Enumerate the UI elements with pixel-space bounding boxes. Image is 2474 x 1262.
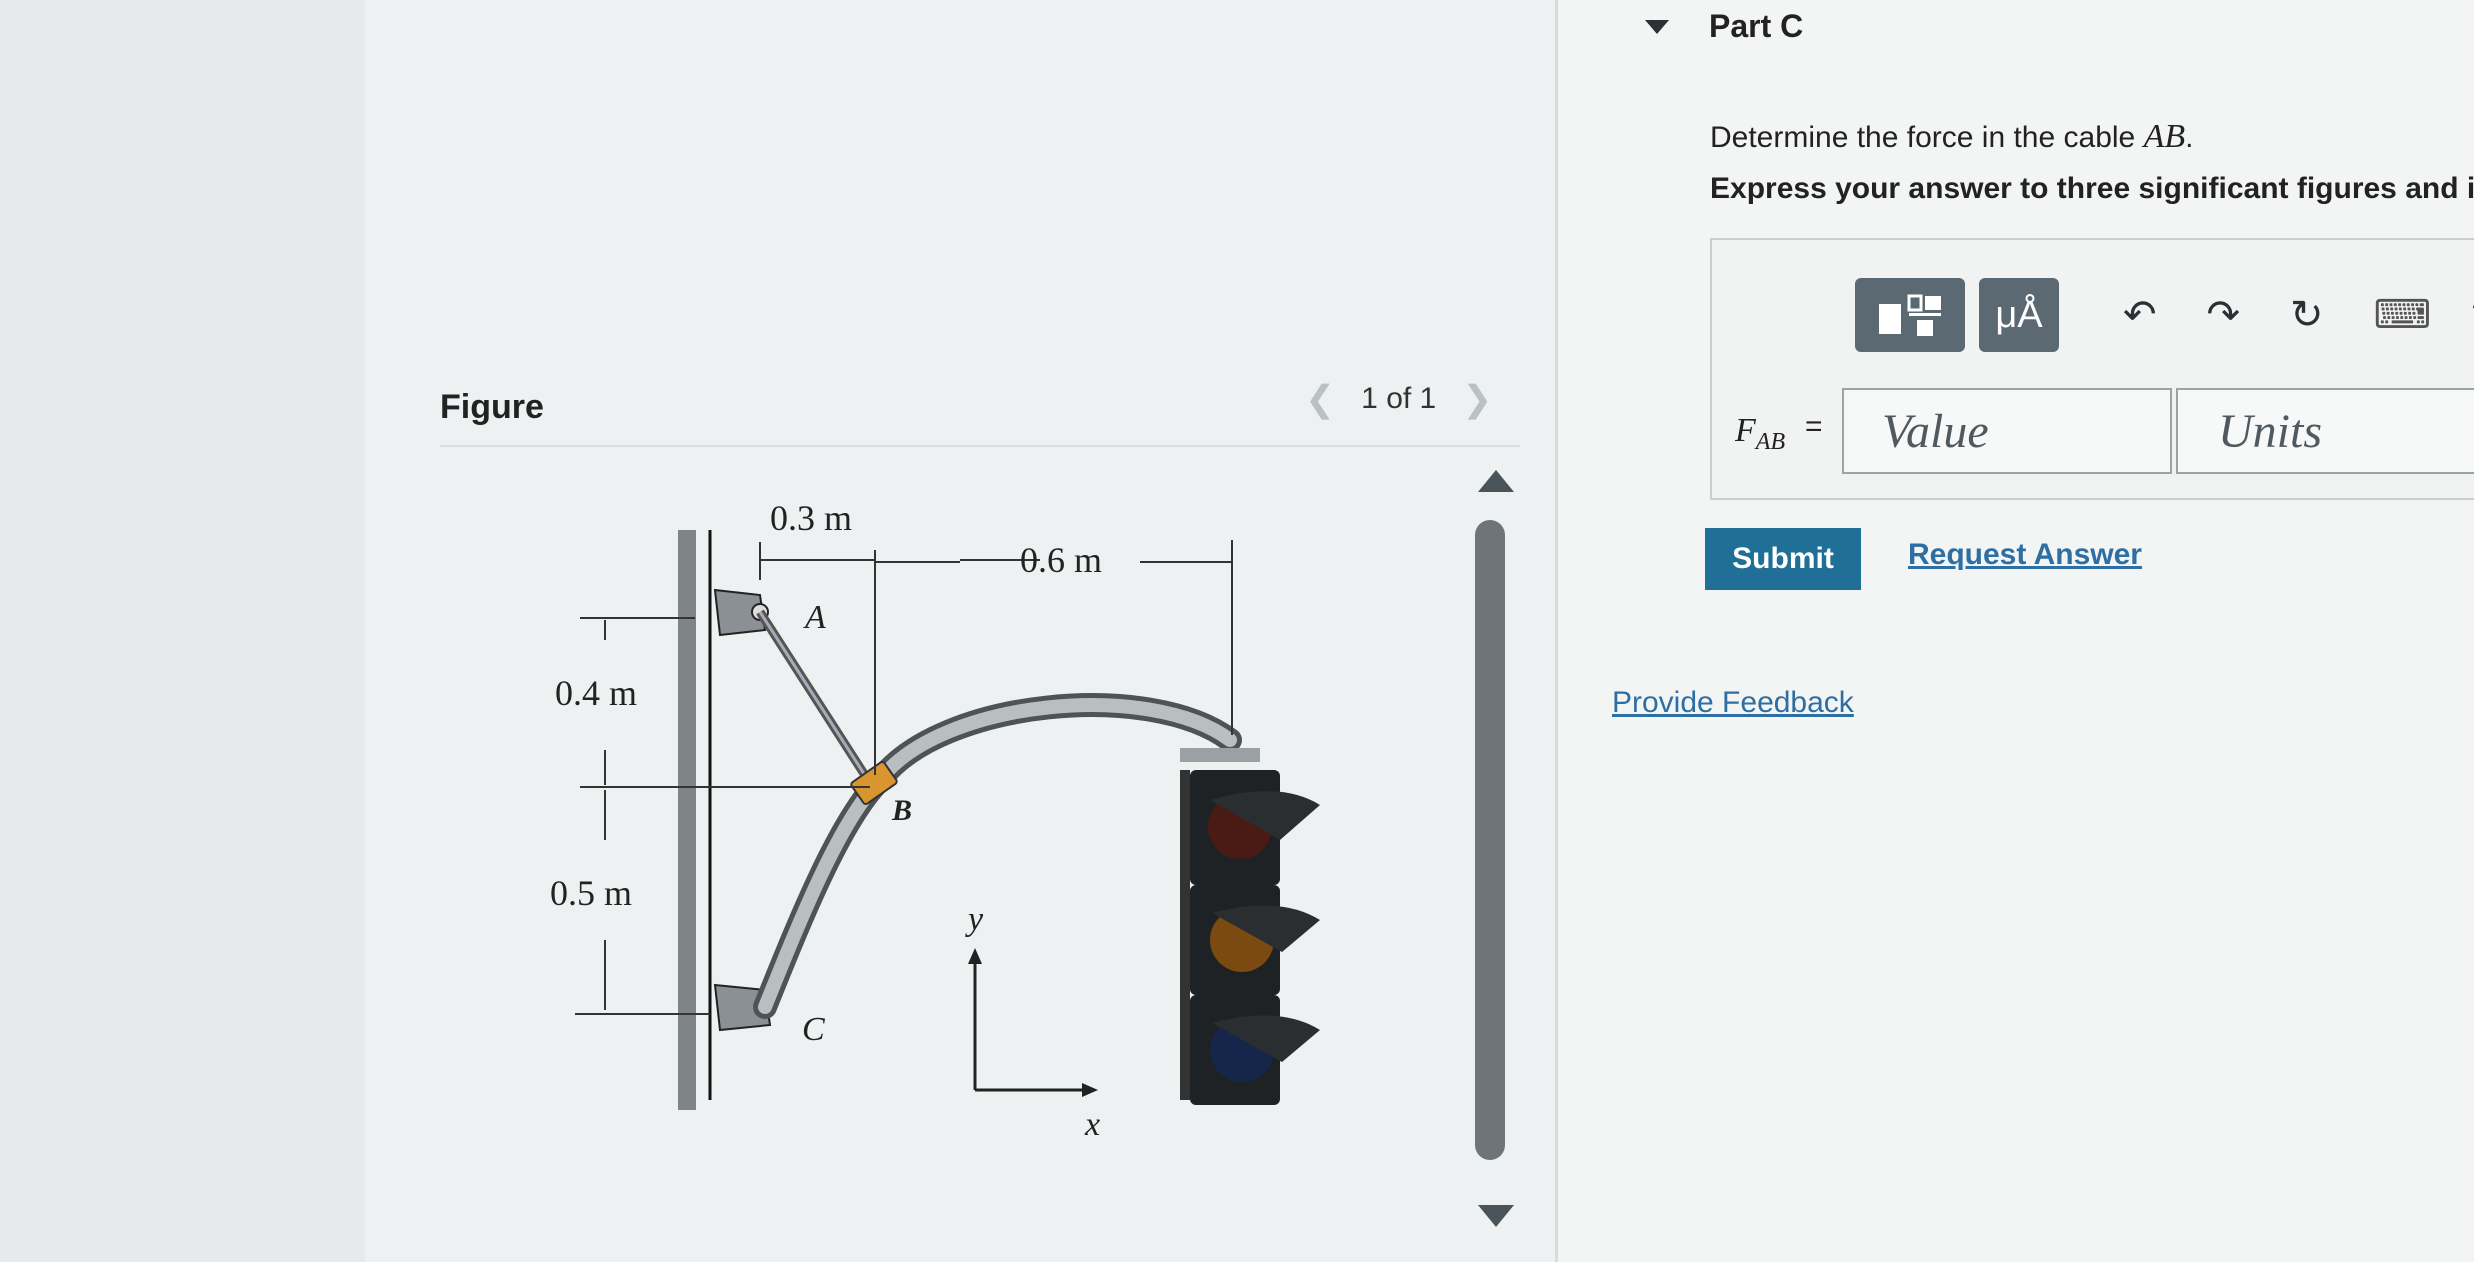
label-a: A xyxy=(803,599,826,636)
axis-x-arrow xyxy=(1082,1083,1098,1097)
var-main: F xyxy=(1735,412,1756,449)
reset-icon[interactable]: ↻ xyxy=(2290,292,2324,338)
redo-icon[interactable]: ↷ xyxy=(2207,292,2241,338)
cable-ab-highlight xyxy=(758,611,870,781)
units-button[interactable]: μÅ xyxy=(1979,278,2059,352)
instruction-text: Express your answer to three significant… xyxy=(1710,172,2474,205)
question-end: . xyxy=(2185,121,2194,154)
chevron-right-icon[interactable]: ❯ xyxy=(1462,378,1492,420)
value-input[interactable] xyxy=(1842,388,2172,474)
screen: Figure ❮ 1 of 1 ❯ 0.3 m 0.6 m 0.4 m 0.5 … xyxy=(0,0,2474,1262)
figure-scrollbar[interactable] xyxy=(1470,470,1514,1230)
submit-button[interactable]: Submit xyxy=(1705,528,1861,590)
traffic-light-diagram: 0.3 m 0.6 m 0.4 m 0.5 m A B C y x xyxy=(550,498,1320,1143)
scroll-up-icon[interactable] xyxy=(1478,470,1514,492)
part-title: Part C xyxy=(1709,8,1804,44)
scroll-down-icon[interactable] xyxy=(1478,1205,1514,1227)
axis-x-label: x xyxy=(1084,1106,1100,1143)
scroll-thumb[interactable] xyxy=(1475,520,1505,1160)
keyboard-icon[interactable]: ⌨ xyxy=(2374,292,2432,338)
pager-text: 1 of 1 xyxy=(1361,382,1437,415)
axis-y-arrow xyxy=(968,948,982,964)
pole-shine xyxy=(758,698,1237,1014)
axis-y-label: y xyxy=(965,901,984,938)
chevron-left-icon[interactable]: ❮ xyxy=(1305,378,1335,420)
units-input[interactable] xyxy=(2176,388,2474,474)
figure-pager: ❮ 1 of 1 ❯ xyxy=(1305,378,1492,420)
dim-top-right: 0.6 m xyxy=(1020,540,1102,580)
left-margin xyxy=(0,0,365,1262)
figure-divider xyxy=(440,445,1520,447)
provide-feedback-link[interactable]: Provide Feedback xyxy=(1612,686,1854,720)
part-header[interactable]: Part C xyxy=(1645,8,1803,45)
dim-left-lower: 0.5 m xyxy=(550,873,632,913)
math-toolbar: μÅ ↶ ↷ ↻ ⌨ ? xyxy=(1855,278,2474,352)
request-answer-link[interactable]: Request Answer xyxy=(1908,538,2142,572)
label-b: B xyxy=(891,794,912,827)
dim-top-left: 0.3 m xyxy=(770,498,852,538)
figure-title: Figure xyxy=(440,388,544,426)
label-c: C xyxy=(802,1011,825,1048)
equals-sign: = xyxy=(1805,410,1823,443)
dim-left-upper: 0.4 m xyxy=(555,673,637,713)
caret-down-icon[interactable] xyxy=(1645,19,1669,34)
question-text: Determine the force in the cable AB. xyxy=(1710,118,2193,156)
traffic-light xyxy=(1180,748,1320,1105)
answer-variable: FAB xyxy=(1735,412,1785,456)
question-lead: Determine the force in the cable xyxy=(1710,121,2144,154)
templates-icon[interactable] xyxy=(1855,278,1965,352)
var-sub: AB xyxy=(1755,428,1786,455)
question-var: AB xyxy=(2143,118,2186,155)
undo-icon[interactable]: ↶ xyxy=(2123,292,2157,338)
